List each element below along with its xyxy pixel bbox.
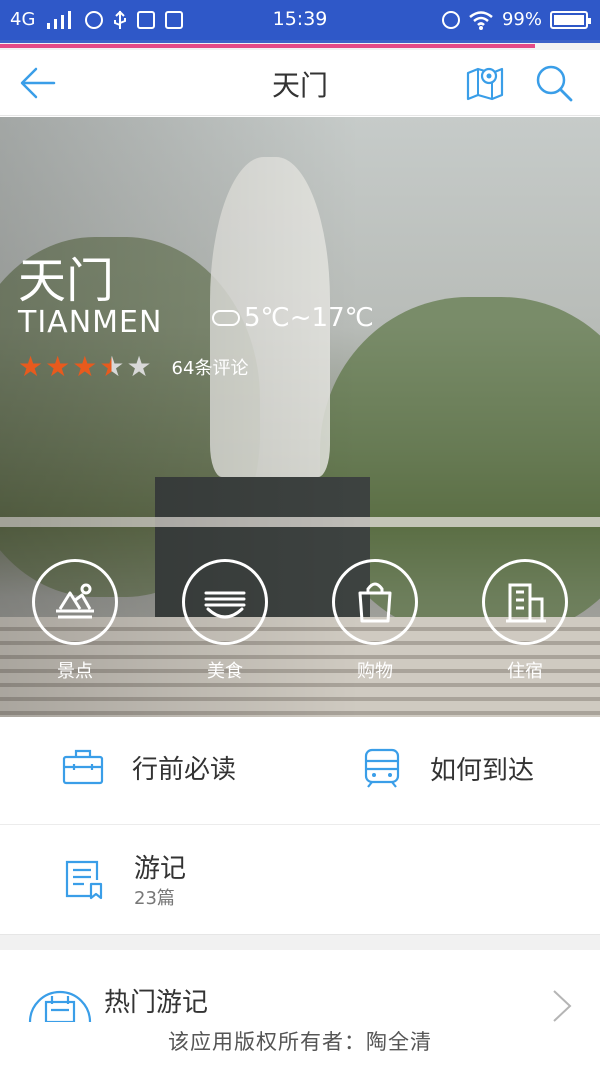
copyright-footer: 该应用版权所有者：陶全清: [168, 1030, 432, 1054]
city-name-en: TIANMEN: [18, 305, 163, 340]
cloud-icon: [212, 310, 240, 326]
search-icon[interactable]: [534, 63, 574, 103]
hotel-icon: [506, 583, 546, 623]
temperature-range: 5℃~17℃: [244, 303, 374, 333]
travelogue-label: 游记: [134, 854, 187, 884]
alarm-icon: [441, 10, 460, 29]
travelogue-entry[interactable]: 游记 23篇: [0, 826, 600, 934]
status-bar: 4G 15:39 99%: [0, 0, 600, 40]
scenic-icon: [56, 583, 94, 619]
food-bowl-icon: [204, 591, 246, 619]
travelogue-count: 23篇: [134, 888, 175, 909]
category-scenic[interactable]: 景点: [32, 559, 118, 683]
app-header: 天门: [0, 50, 600, 116]
category-label: 购物: [357, 661, 393, 682]
hot-travelogue-title: 热门游记: [104, 988, 209, 1018]
section-divider: [0, 934, 600, 950]
transport-label: 如何到达: [430, 755, 535, 786]
review-count[interactable]: 64条评论: [172, 354, 249, 380]
transport-link[interactable]: 如何到达: [362, 747, 534, 789]
hot-travelogue-icon: [28, 990, 92, 1022]
quick-links: 行前必读 如何到达: [0, 717, 600, 825]
category-label: 景点: [57, 661, 93, 682]
wifi-icon: [469, 10, 493, 30]
star-icon: ★: [72, 350, 98, 383]
battery-percent: 99%: [501, 9, 542, 30]
briefcase-icon: [62, 749, 104, 785]
category-food[interactable]: 美食: [182, 559, 268, 683]
document-icon: [65, 860, 103, 900]
category-label: 美食: [207, 661, 243, 682]
status-right: 99%: [441, 9, 591, 30]
map-pin-icon[interactable]: [465, 63, 505, 103]
city-name: 天门: [18, 253, 115, 309]
star-empty-icon: ★: [126, 350, 152, 383]
train-icon: [364, 748, 400, 788]
load-progress-bar: [0, 44, 535, 48]
star-icon: ★: [45, 350, 71, 383]
guide-label: 行前必读: [132, 754, 237, 785]
shopping-bag-icon: [358, 582, 392, 623]
guide-link[interactable]: 行前必读: [62, 747, 236, 787]
battery-icon: [550, 10, 591, 29]
category-shopping[interactable]: 购物: [332, 559, 418, 683]
rating: ★ ★ ★ ★ ★ 64条评论: [18, 353, 248, 381]
star-icon: ★: [18, 350, 44, 383]
star-half-icon: ★: [99, 350, 125, 383]
city-hero: 天门 TIANMEN 5℃~17℃ ★ ★ ★ ★ ★ 64条评论 景点 美食: [0, 117, 600, 717]
category-label: 住宿: [507, 661, 543, 682]
chevron-right-icon[interactable]: [550, 988, 574, 1024]
category-hotel[interactable]: 住宿: [482, 559, 568, 683]
weather: 5℃~17℃: [212, 303, 374, 333]
page-title: 天门: [271, 69, 328, 102]
load-progress: [0, 40, 600, 50]
